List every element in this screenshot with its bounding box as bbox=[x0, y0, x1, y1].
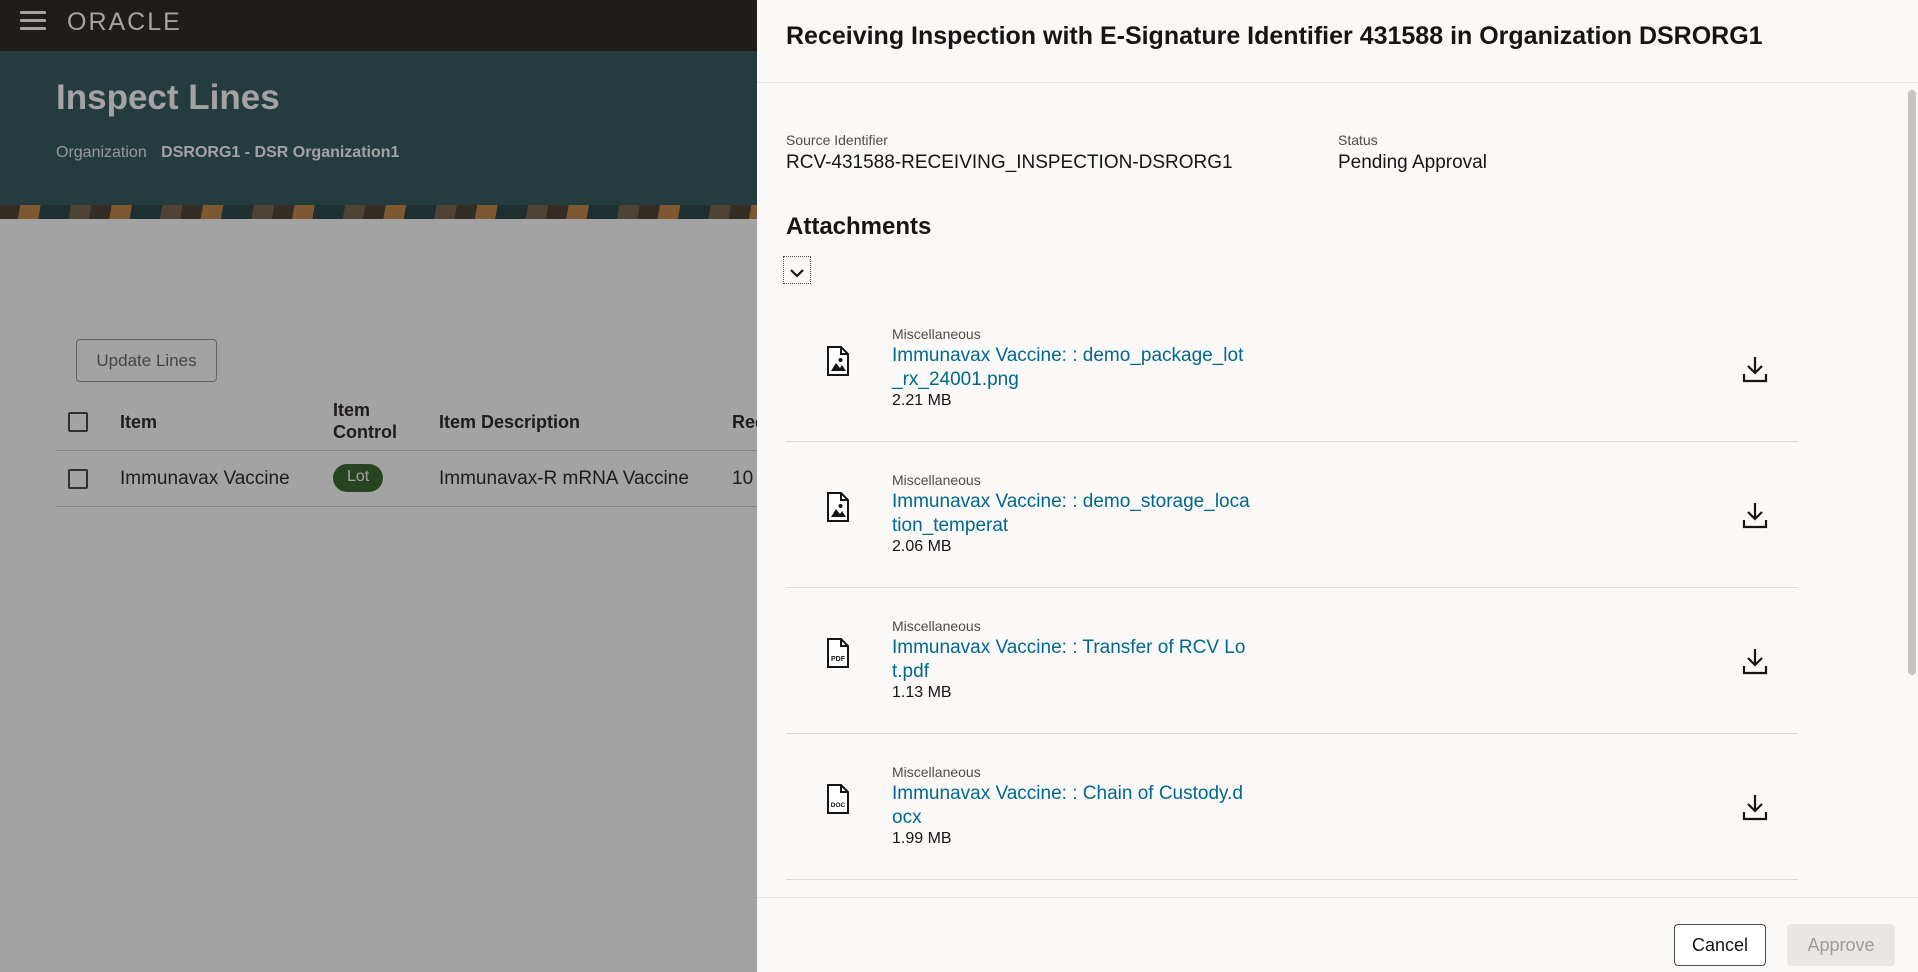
attachment-size: 2.21 MB bbox=[892, 392, 952, 409]
status-label: Status bbox=[1338, 132, 1378, 148]
image-file-icon bbox=[827, 346, 849, 376]
download-icon[interactable] bbox=[1740, 500, 1770, 530]
attachment-category: Miscellaneous bbox=[892, 326, 981, 342]
attachment-category: Miscellaneous bbox=[892, 472, 981, 488]
drawer-title: Receiving Inspection with E-Signature Id… bbox=[786, 22, 1763, 50]
attachment-link[interactable]: Immunavax Vaccine: : Chain of Custody.do… bbox=[892, 782, 1252, 830]
attachments-heading: Attachments bbox=[786, 213, 932, 240]
drawer-scrollbar[interactable] bbox=[1908, 90, 1916, 675]
attachment-link[interactable]: Immunavax Vaccine: : Transfer of RCV Lot… bbox=[892, 636, 1252, 684]
attachment-size: 1.13 MB bbox=[892, 684, 952, 701]
list-item: Miscellaneous Immunavax Vaccine: : demo_… bbox=[786, 296, 1798, 442]
e-signature-drawer: Receiving Inspection with E-Signature Id… bbox=[757, 0, 1918, 972]
pdf-icon-label: PDF bbox=[831, 656, 846, 663]
attachment-category: Miscellaneous bbox=[892, 618, 981, 634]
source-identifier-label: Source Identifier bbox=[786, 132, 888, 148]
attachments-collapse-button[interactable] bbox=[783, 256, 811, 284]
list-item: Miscellaneous Immunavax Vaccine: : demo_… bbox=[786, 442, 1798, 588]
download-icon[interactable] bbox=[1740, 792, 1770, 822]
doc-file-icon: DOC bbox=[827, 784, 849, 814]
drawer-footer: Cancel Approve bbox=[757, 897, 1918, 972]
attachment-size: 1.99 MB bbox=[892, 830, 952, 847]
attachment-link[interactable]: Immunavax Vaccine: : demo_package_lot_rx… bbox=[892, 344, 1252, 392]
attachments-list: Miscellaneous Immunavax Vaccine: : demo_… bbox=[786, 296, 1798, 880]
drawer-header: Receiving Inspection with E-Signature Id… bbox=[757, 0, 1918, 83]
chevron-down-icon bbox=[790, 268, 804, 278]
image-file-icon bbox=[827, 492, 849, 522]
download-icon[interactable] bbox=[1740, 354, 1770, 384]
cancel-button[interactable]: Cancel bbox=[1674, 924, 1766, 966]
download-icon[interactable] bbox=[1740, 646, 1770, 676]
approve-button[interactable]: Approve bbox=[1787, 924, 1895, 966]
attachment-size: 2.06 MB bbox=[892, 538, 952, 555]
attachment-link[interactable]: Immunavax Vaccine: : demo_storage_locati… bbox=[892, 490, 1252, 538]
list-item: PDF Miscellaneous Immunavax Vaccine: : T… bbox=[786, 588, 1798, 734]
pdf-file-icon: PDF bbox=[827, 638, 849, 668]
attachment-category: Miscellaneous bbox=[892, 764, 981, 780]
list-item: DOC Miscellaneous Immunavax Vaccine: : C… bbox=[786, 734, 1798, 880]
status-value: Pending Approval bbox=[1338, 152, 1487, 173]
source-identifier-value: RCV-431588-RECEIVING_INSPECTION-DSRORG1 bbox=[786, 152, 1233, 173]
doc-icon-label: DOC bbox=[831, 802, 846, 809]
